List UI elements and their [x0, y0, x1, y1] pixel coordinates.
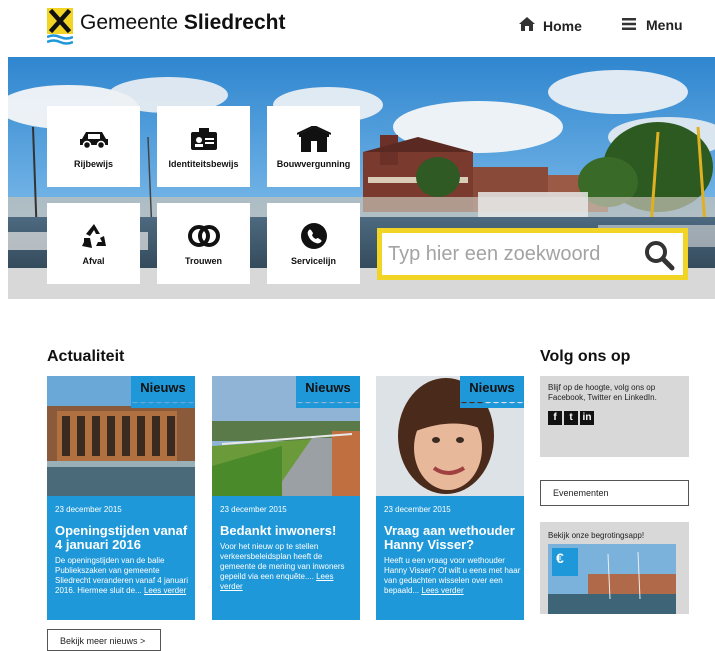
- news-badge: Nieuws: [460, 376, 524, 408]
- tile-label: Bouwvergunning: [276, 158, 351, 169]
- tile-label: Identiteitsbewijs: [168, 158, 239, 169]
- tile-servicelijn[interactable]: Servicelijn: [267, 203, 360, 284]
- search-icon: [643, 241, 675, 275]
- news-card-text: De openingstijden van de balie Publieksz…: [55, 556, 193, 596]
- news-card-date: 23 december 2015: [384, 505, 451, 514]
- nav-home-link[interactable]: Home: [519, 17, 582, 34]
- id-card-icon: [187, 125, 221, 153]
- news-card-title[interactable]: Openingstijden vanaf 4 januari 2016: [55, 524, 191, 552]
- news-badge: Nieuws: [131, 376, 195, 408]
- social-section-title: Volg ons op: [540, 348, 631, 365]
- tile-label: Rijbewijs: [73, 158, 113, 169]
- euro-icon: €: [556, 550, 564, 566]
- social-box: Blijf op de hoogte, volg ons op Facebook…: [540, 376, 689, 457]
- news-card-text: Heeft u een vraag voor wethouder Hanny V…: [384, 556, 522, 596]
- tile-identiteitsbewijs[interactable]: Identiteitsbewijs: [157, 106, 250, 187]
- tile-label: Servicelijn: [290, 255, 337, 266]
- news-card[interactable]: Nieuws 23 december 2015 Openingstijden v…: [47, 376, 195, 620]
- news-card-text: Voor het nieuw op te stellen verkeersbel…: [220, 542, 358, 592]
- nav-home-label: Home: [543, 17, 582, 34]
- news-card-date: 23 december 2015: [55, 505, 122, 514]
- search-inner: [382, 233, 683, 275]
- tile-label: Trouwen: [184, 255, 222, 266]
- tile-rijbewijs[interactable]: Rijbewijs: [47, 106, 140, 187]
- home-icon: [519, 17, 535, 34]
- news-card-title[interactable]: Vraag aan wethouder Hanny Visser?: [384, 524, 520, 552]
- more-news-button[interactable]: Bekijk meer nieuws >: [47, 629, 161, 651]
- tile-afval[interactable]: Afval: [47, 203, 140, 284]
- facebook-icon[interactable]: f: [548, 411, 562, 425]
- sliedrecht-logo-icon[interactable]: [46, 8, 74, 46]
- read-more-link[interactable]: Lees verder: [144, 586, 186, 595]
- car-icon: [77, 125, 111, 153]
- news-card-date: 23 december 2015: [220, 505, 287, 514]
- phone-icon: [297, 222, 331, 250]
- news-card-title[interactable]: Bedankt inwoners!: [220, 524, 356, 538]
- news-card[interactable]: Nieuws 23 december 2015 Vraag aan wethou…: [376, 376, 524, 620]
- search-box: [377, 228, 688, 280]
- budget-app-box[interactable]: Bekijk onze begrotingsapp! €: [540, 522, 689, 614]
- recycle-icon: [77, 222, 111, 250]
- read-more-link[interactable]: Lees verder: [421, 586, 463, 595]
- news-section-title: Actualiteit: [47, 348, 125, 365]
- budget-app-image: €: [548, 544, 676, 614]
- tile-trouwen[interactable]: Trouwen: [157, 203, 250, 284]
- house-box-icon: [296, 125, 331, 153]
- nav-menu-button[interactable]: Menu: [622, 17, 683, 33]
- social-text: Blijf op de hoogte, volg ons op Facebook…: [548, 383, 657, 402]
- site-header: Gemeente Sliedrecht Home Menu: [0, 0, 715, 56]
- site-name[interactable]: Gemeente Sliedrecht: [80, 11, 285, 35]
- budget-app-text: Bekijk onze begrotingsapp!: [548, 531, 645, 540]
- tile-bouwvergunning[interactable]: Bouwvergunning: [267, 106, 360, 187]
- search-input[interactable]: [388, 241, 638, 267]
- linkedin-icon[interactable]: in: [580, 411, 594, 425]
- news-card[interactable]: Nieuws 23 december 2015 Bedankt inwoners…: [212, 376, 360, 620]
- rings-icon: [187, 222, 221, 250]
- site-name-regular: Gemeente: [80, 11, 179, 34]
- nav-menu-label: Menu: [646, 17, 683, 33]
- hamburger-icon: [622, 17, 636, 33]
- search-button[interactable]: [643, 239, 675, 271]
- events-button[interactable]: Evenementen: [540, 480, 689, 506]
- tile-label: Afval: [82, 255, 105, 266]
- twitter-icon[interactable]: t: [564, 411, 578, 425]
- news-badge: Nieuws: [296, 376, 360, 408]
- site-name-bold: Sliedrecht: [183, 11, 286, 34]
- social-icons: f t in: [548, 411, 681, 425]
